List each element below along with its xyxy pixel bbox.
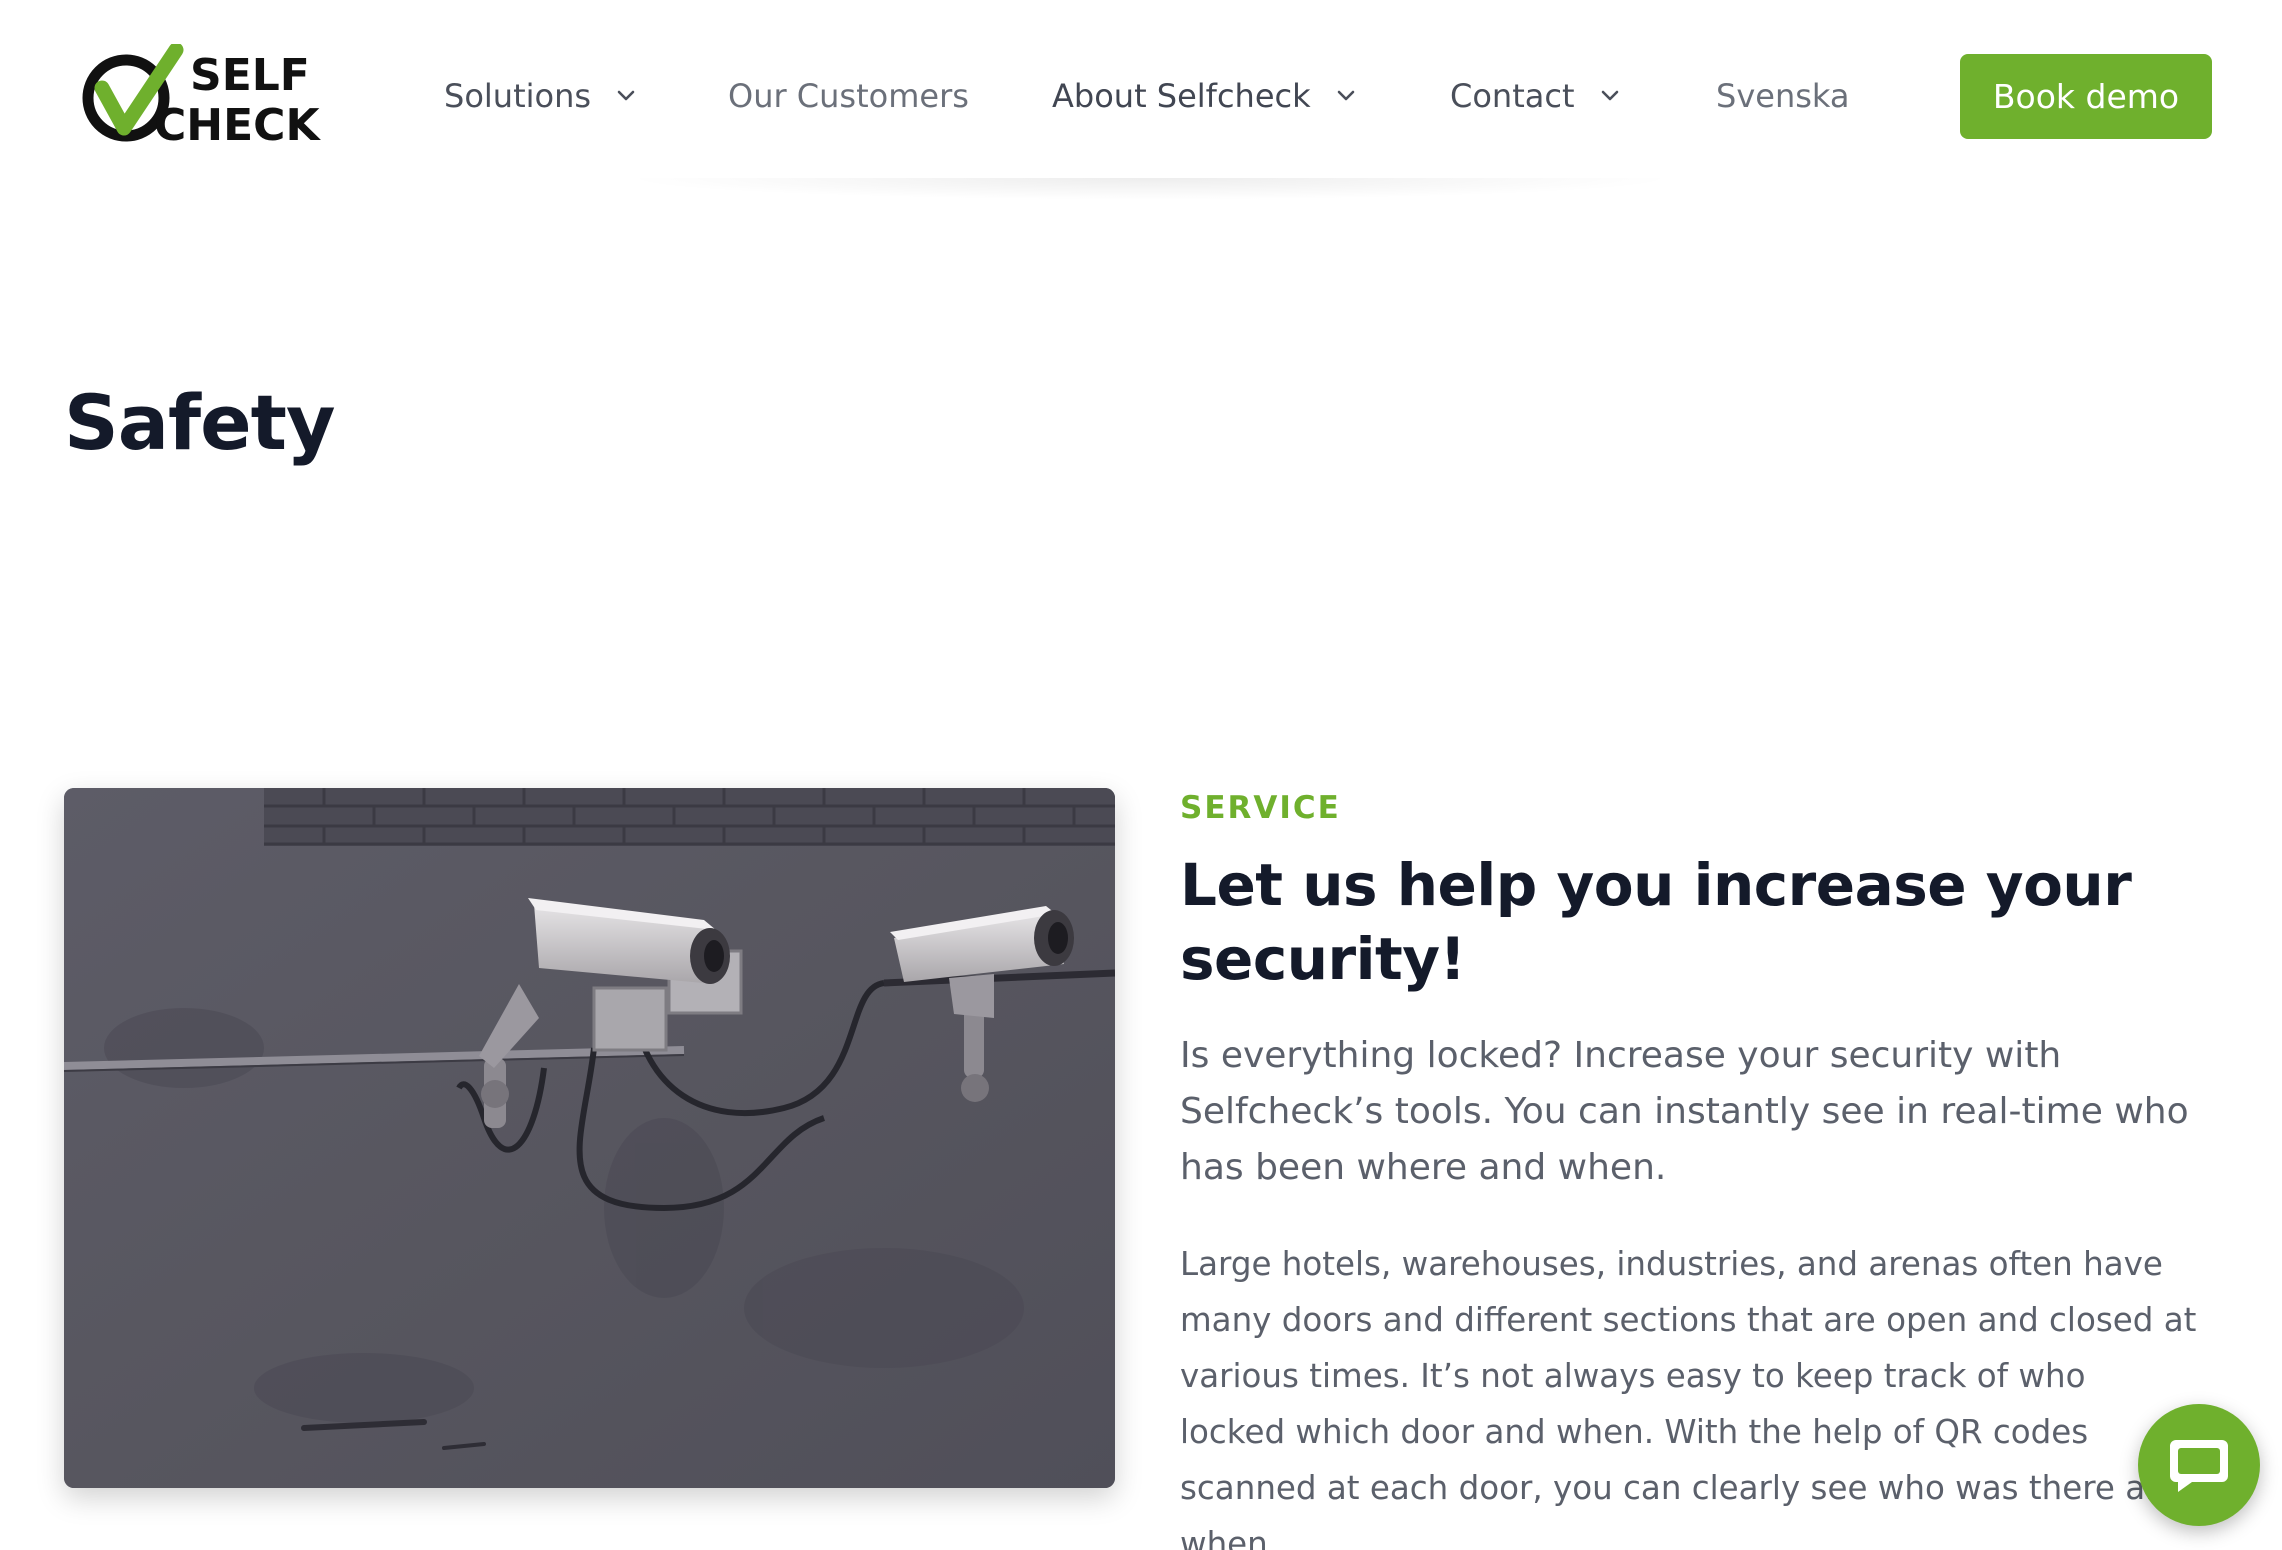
nav-label-contact: Contact	[1450, 77, 1575, 115]
section-headline: Let us help you increase your security!	[1180, 851, 2132, 993]
chat-widget-button[interactable]	[2138, 1404, 2260, 1526]
nav-item-contact[interactable]: Contact	[1450, 70, 1623, 122]
nav-label-solutions: Solutions	[444, 77, 592, 115]
section-lead: Is everything locked? Increase your secu…	[1180, 1035, 2189, 1188]
nav-label-about: About Selfcheck	[1052, 77, 1311, 115]
brick-band	[264, 788, 1115, 846]
logo-line1: SELF	[190, 50, 310, 101]
section-body: Large hotels, warehouses, industries, an…	[1180, 1245, 2197, 1550]
header-shadow	[620, 178, 1680, 200]
chevron-down-icon	[1601, 90, 1618, 101]
page: SELF CHECK Solutions Our Customers About…	[0, 0, 2282, 1550]
page-title: Safety	[64, 378, 336, 467]
site-header: SELF CHECK Solutions Our Customers About…	[0, 0, 2282, 192]
section-eyebrow: SERVICE	[1180, 790, 1341, 826]
nav-label-svenska: Svenska	[1716, 77, 1850, 115]
nav-item-about[interactable]: About Selfcheck	[1052, 70, 1359, 122]
security-cameras-illustration	[64, 788, 1115, 1488]
logo-mark: SELF CHECK	[82, 42, 321, 151]
security-cameras-image	[64, 788, 1115, 1488]
chat-bubble-icon	[2170, 1440, 2228, 1492]
chevron-down-icon	[617, 90, 635, 101]
nav-item-svenska[interactable]: Svenska	[1716, 70, 1849, 122]
book-demo-button[interactable]: Book demo	[1960, 54, 2212, 139]
logo-line2: CHECK	[154, 100, 321, 150]
nav-item-solutions[interactable]: Solutions	[444, 70, 639, 122]
selfcheck-logo[interactable]: SELF CHECK	[78, 42, 328, 151]
nav-item-our-customers[interactable]: Our Customers	[728, 70, 969, 122]
chevron-down-icon	[1337, 90, 1354, 101]
nav-label-our-customers: Our Customers	[728, 77, 969, 115]
